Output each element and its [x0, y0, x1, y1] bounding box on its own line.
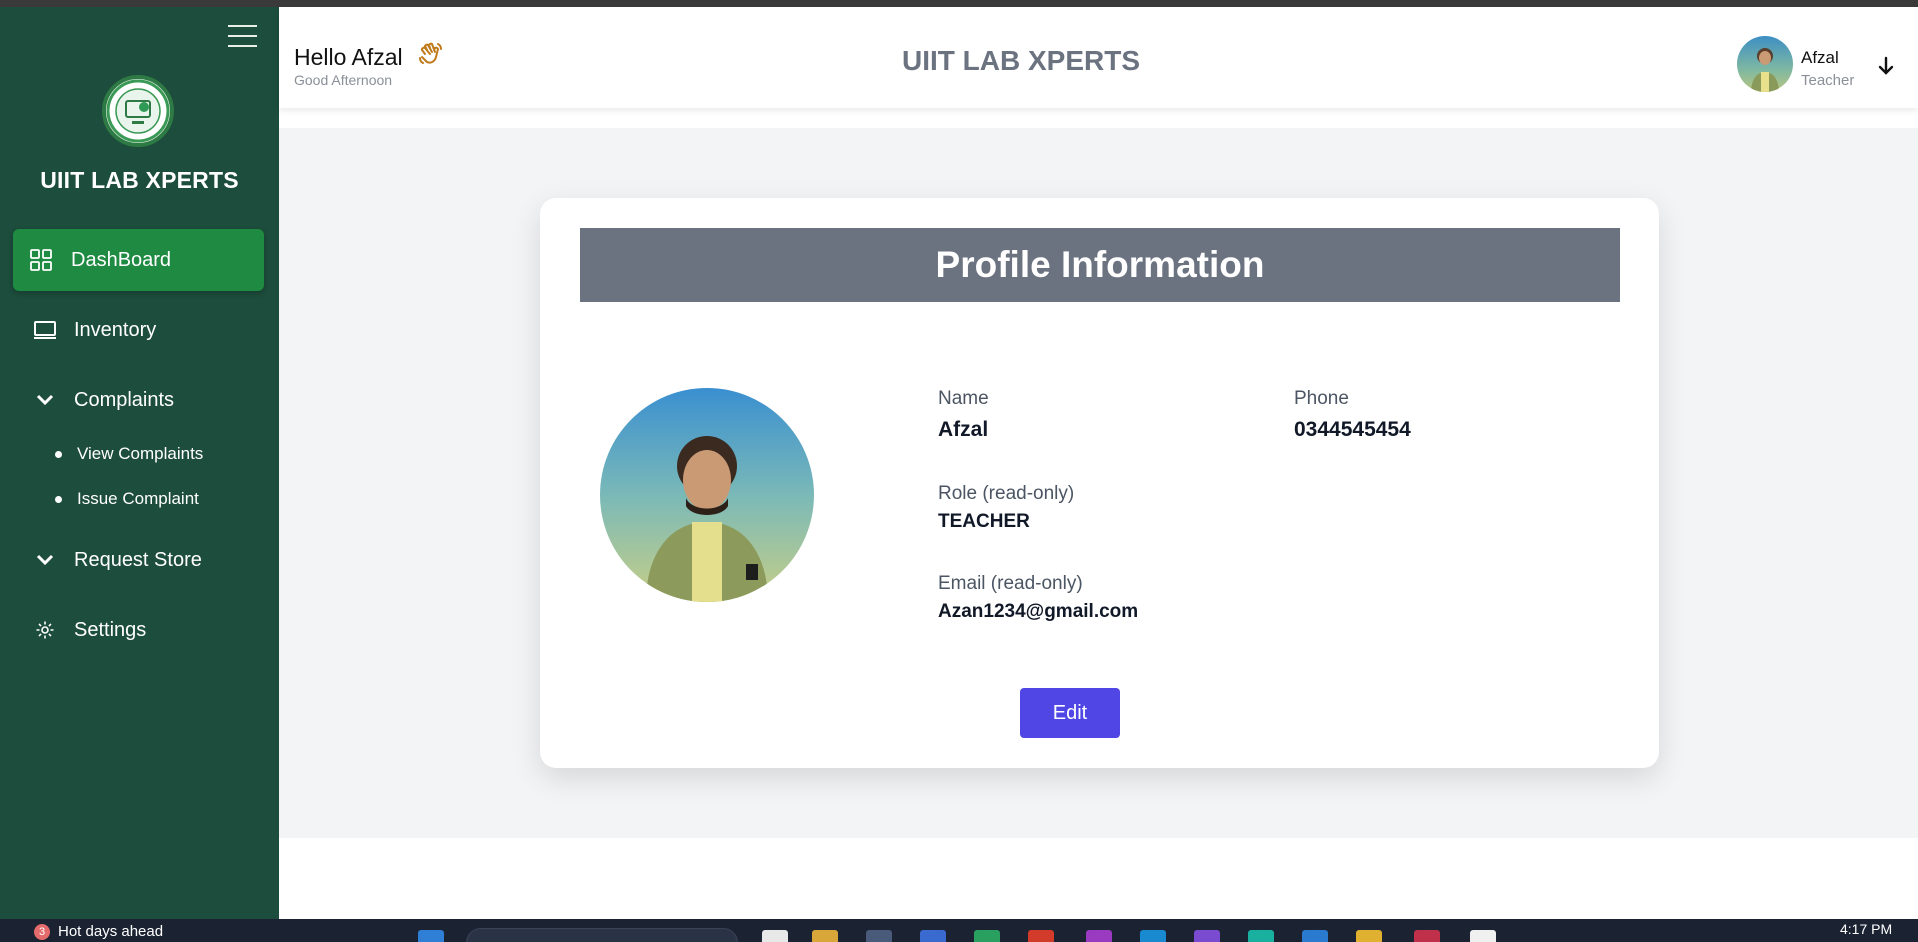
windows-start-icon[interactable]: [418, 930, 444, 942]
role-label: Role (read-only): [938, 483, 1075, 504]
user-role: Teacher: [1801, 72, 1855, 89]
sidebar-item-request-store[interactable]: Request Store: [13, 529, 264, 591]
phone-value: 0344545454: [1294, 418, 1411, 441]
app-teal-icon[interactable]: [1248, 930, 1274, 942]
bullet-icon: [55, 450, 62, 458]
menu-toggle-icon[interactable]: [228, 22, 258, 52]
widgets-icon[interactable]: [812, 930, 838, 942]
profile-card: Profile Information Name Afzal Phone 034…: [540, 198, 1659, 768]
app-purple-icon[interactable]: [1086, 930, 1112, 942]
notification-badge: 3: [34, 923, 50, 940]
vscode-icon[interactable]: [1302, 930, 1328, 942]
sidebar: UIIT LAB XPERTS DashBoard Inventory Comp…: [0, 7, 279, 919]
chrome-icon[interactable]: [1414, 930, 1440, 942]
sidebar-item-complaints[interactable]: Complaints: [13, 369, 264, 431]
visual-studio-icon[interactable]: [1194, 930, 1220, 942]
chevron-down-icon: [33, 548, 57, 572]
app-blue-icon[interactable]: [1140, 930, 1166, 942]
phone-label: Phone: [1294, 388, 1349, 409]
app-red-icon[interactable]: [1028, 930, 1054, 942]
task-view-icon[interactable]: [762, 930, 788, 942]
arrow-down-icon[interactable]: [1875, 55, 1897, 77]
header-title: UIIT LAB XPERTS: [901, 45, 1140, 76]
bullet-icon: [55, 495, 62, 503]
edit-button[interactable]: Edit: [1020, 688, 1120, 738]
user-avatar[interactable]: [1737, 36, 1793, 92]
app-logo: [102, 75, 174, 147]
name-value: Afzal: [938, 418, 989, 441]
profile-heading: Profile Information: [580, 228, 1620, 302]
email-value: Azan1234@gmail.com: [938, 601, 1139, 622]
grid-icon: [29, 248, 53, 272]
taskbar-search[interactable]: [466, 928, 738, 942]
profile-photo: [600, 388, 814, 602]
sidebar-item-label: DashBoard: [71, 248, 172, 271]
name-label: Name: [938, 388, 989, 409]
os-taskbar: 3 Hot days ahead 4:17 PM: [0, 919, 1918, 942]
sidebar-subitem-issue-complaint[interactable]: Issue Complaint: [55, 489, 199, 509]
sidebar-item-dashboard[interactable]: DashBoard: [13, 229, 264, 291]
sidebar-item-settings[interactable]: Settings: [13, 599, 264, 661]
user-name: Afzal: [1801, 48, 1839, 67]
sidebar-item-label: Inventory: [74, 318, 157, 341]
teams-icon[interactable]: [920, 930, 946, 942]
top-header: Hello Afzal Good Afternoon UIIT LAB XPER…: [279, 7, 1918, 108]
role-value: TEACHER: [938, 511, 1030, 532]
file-explorer-icon[interactable]: [1356, 930, 1382, 942]
sidebar-item-inventory[interactable]: Inventory: [13, 299, 264, 361]
sidebar-subitem-view-complaints[interactable]: View Complaints: [55, 444, 203, 464]
sidebar-brand: UIIT LAB XPERTS: [40, 167, 239, 193]
sidebar-item-label: Settings: [74, 618, 147, 641]
main-content: Profile Information Name Afzal Phone 034…: [279, 128, 1918, 838]
sidebar-item-label: Request Store: [74, 548, 202, 571]
taskbar-clock[interactable]: 4:17 PM: [1840, 921, 1892, 937]
sidebar-item-label: Complaints: [74, 388, 175, 411]
app-white-icon[interactable]: [1470, 930, 1496, 942]
chevron-down-icon: [33, 388, 57, 412]
gear-icon: [33, 618, 57, 642]
weather-text: Hot days ahead: [58, 923, 164, 940]
sidebar-subitem-label: View Complaints: [77, 444, 204, 463]
whatsapp-icon[interactable]: [974, 930, 1000, 942]
calendar-icon[interactable]: [866, 930, 892, 942]
browser-top-strip: [0, 0, 1918, 7]
weather-widget[interactable]: 3 Hot days ahead: [34, 923, 163, 940]
sidebar-subitem-label: Issue Complaint: [77, 489, 199, 508]
laptop-icon: [33, 318, 57, 342]
email-label: Email (read-only): [938, 573, 1083, 594]
